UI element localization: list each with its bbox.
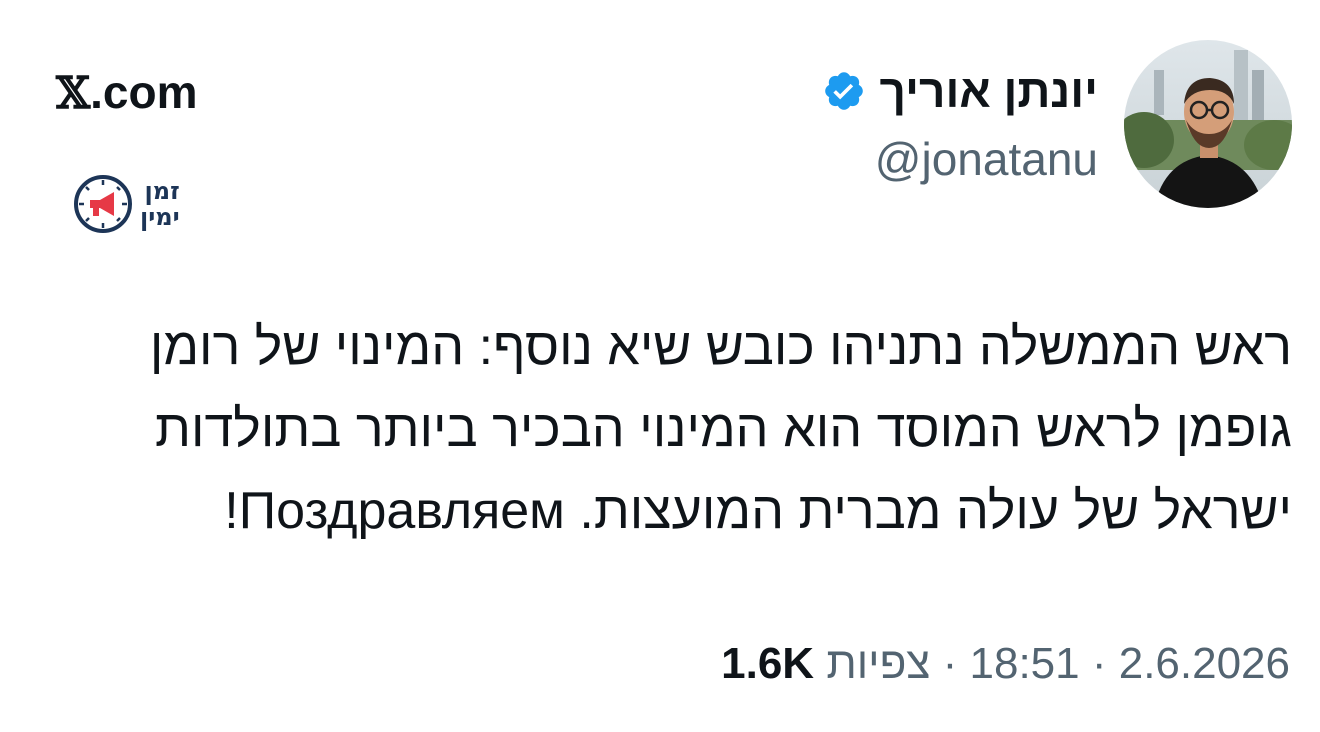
source-logo-text: זמן ימין: [140, 178, 180, 230]
tweet-card: יונתן אוריך @jonatanu 𝕏.com זמן ימין ראש…: [0, 0, 1320, 732]
tweet-meta: 2.6.2026 · 18:51 · צפיות 1.6K: [721, 636, 1290, 692]
verified-badge-icon: [822, 69, 866, 113]
avatar[interactable]: [1124, 40, 1292, 208]
source-logo-line2: ימין: [140, 203, 180, 231]
meta-separator: ·: [930, 639, 970, 688]
tweet-text: ראש הממשלה נתניהו כובש שיא נוסף: המינוי …: [22, 306, 1292, 552]
brand-domain: .com: [90, 66, 198, 118]
tweet-line: ישראל של עולה מברית המועצות. Поздравляем…: [224, 482, 1292, 540]
source-logo-line1: זמן: [144, 177, 180, 205]
display-name[interactable]: יונתן אוריך: [880, 60, 1099, 122]
name-row: יונתן אוריך: [822, 60, 1099, 122]
tweet-line: גופמן לראש המוסד הוא המינוי הבכיר ביותר …: [155, 400, 1292, 458]
tweet-time[interactable]: 18:51: [970, 639, 1080, 688]
meta-separator: ·: [1079, 639, 1119, 688]
source-logo: זמן ימין: [72, 168, 212, 240]
author-block: יונתן אוריך @jonatanu: [822, 60, 1099, 190]
tweet-date[interactable]: 2.6.2026: [1119, 639, 1290, 688]
avatar-photo: [1124, 40, 1292, 208]
views-label: צפיות: [826, 639, 931, 688]
megaphone-clock-icon: [74, 175, 132, 233]
x-logo-icon: 𝕏: [56, 68, 91, 119]
user-handle[interactable]: @jonatanu: [822, 128, 1098, 190]
tweet-line: ראש הממשלה נתניהו כובש שיא נוסף: המינוי …: [149, 318, 1292, 376]
x-brand: 𝕏.com: [56, 64, 198, 122]
views-count[interactable]: 1.6K: [721, 639, 814, 688]
